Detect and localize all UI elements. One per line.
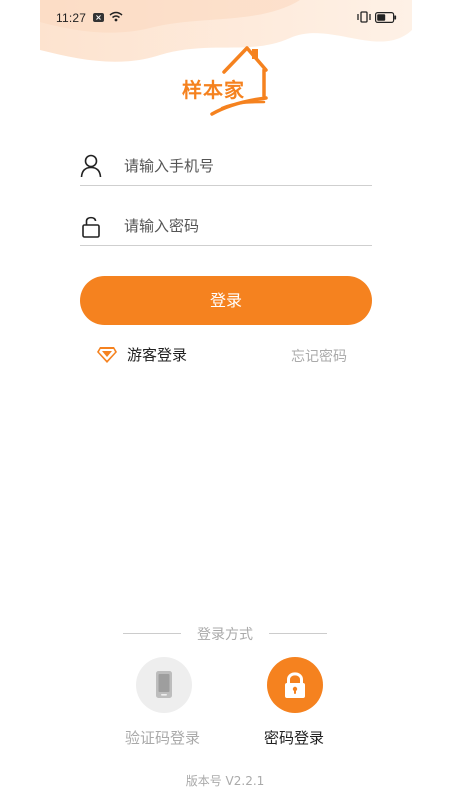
user-icon bbox=[80, 154, 102, 178]
lock-icon bbox=[82, 216, 100, 238]
notification-x-icon: × bbox=[93, 13, 104, 22]
login-button[interactable]: 登录 bbox=[80, 276, 372, 325]
sms-login-option[interactable] bbox=[136, 657, 192, 713]
guest-login-label: 游客登录 bbox=[127, 346, 188, 364]
phone-icon bbox=[156, 671, 172, 698]
login-methods-title: 登录方式 bbox=[197, 627, 253, 643]
padlock-icon bbox=[285, 672, 305, 698]
version-text: 版本号 V2.2.1 bbox=[185, 774, 265, 788]
sms-login-label[interactable]: 验证码登录 bbox=[125, 727, 200, 748]
battery-icon bbox=[375, 12, 397, 23]
password-input[interactable] bbox=[124, 212, 364, 240]
vibrate-icon bbox=[357, 11, 371, 23]
wifi-icon bbox=[109, 11, 123, 22]
diamond-icon bbox=[97, 347, 117, 363]
password-field[interactable] bbox=[80, 206, 372, 246]
status-bar: 11:27 × bbox=[0, 0, 450, 36]
phone-input[interactable] bbox=[124, 152, 364, 180]
phone-field[interactable] bbox=[80, 146, 372, 186]
divider-right bbox=[269, 633, 327, 634]
password-login-option[interactable] bbox=[267, 657, 323, 713]
forgot-password-link[interactable]: 忘记密码 bbox=[291, 346, 347, 366]
status-time: 11:27 bbox=[56, 11, 87, 25]
logo-text: 样本家 bbox=[182, 78, 245, 102]
password-login-label[interactable]: 密码登录 bbox=[264, 727, 324, 748]
app-logo: 样本家 bbox=[180, 42, 275, 122]
